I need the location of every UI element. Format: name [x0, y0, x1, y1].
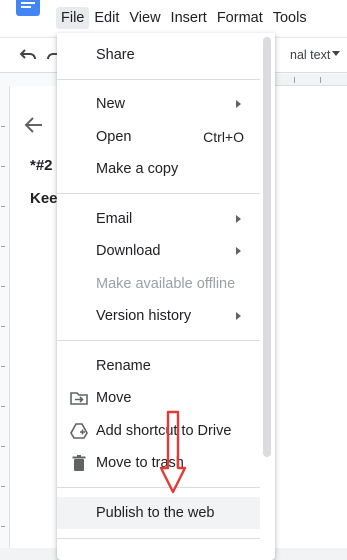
menu-separator	[57, 340, 260, 341]
menu-scrollbar[interactable]	[263, 37, 271, 457]
menu-separator	[57, 538, 260, 539]
menu-item-rename[interactable]: Rename	[57, 351, 260, 381]
menu-item-download[interactable]: Download	[57, 236, 260, 266]
menu-tools[interactable]: Tools	[268, 7, 312, 29]
undo-icon[interactable]	[18, 46, 38, 67]
menu-item-label: New	[96, 96, 126, 112]
document-text: Kee	[30, 190, 58, 207]
menu-item-new[interactable]: New	[57, 89, 260, 119]
paragraph-style-select[interactable]: nal text	[290, 48, 330, 62]
menu-bar: File Edit View Insert Format Tools	[56, 7, 312, 29]
menu-item-version-history[interactable]: Version history	[57, 301, 260, 331]
app-bar: File Edit View Insert Format Tools	[0, 0, 347, 36]
submenu-arrow-icon	[236, 312, 241, 320]
submenu-arrow-icon	[236, 100, 241, 108]
menu-separator	[57, 193, 260, 194]
menu-item-share[interactable]: Share	[57, 40, 260, 70]
menu-item-email[interactable]: Email	[57, 204, 260, 234]
menu-item-label: Publish to the web	[96, 505, 215, 521]
menu-item-label: Share	[96, 47, 135, 63]
menu-item-label: Make available offline	[96, 276, 236, 292]
menu-item-make-copy[interactable]: Make a copy	[57, 154, 260, 184]
menu-item-label: Version history	[96, 308, 192, 324]
annotation-arrow-icon	[159, 410, 187, 494]
shortcut-label: Ctrl+O	[203, 129, 244, 145]
menu-item-offline: Make available offline	[57, 269, 260, 299]
trash-icon	[70, 454, 88, 472]
menu-item-move[interactable]: Move	[57, 383, 260, 413]
submenu-arrow-icon	[236, 215, 241, 223]
menu-item-label: Rename	[96, 358, 151, 374]
menu-item-label: Email	[96, 211, 133, 227]
back-arrow-icon[interactable]	[24, 115, 44, 141]
docs-logo-icon[interactable]	[16, 0, 40, 16]
menu-edit[interactable]: Edit	[89, 7, 124, 29]
horizontal-ruler	[270, 74, 347, 86]
menu-item-open[interactable]: Open Ctrl+O	[57, 122, 260, 152]
vertical-ruler	[0, 86, 10, 560]
menu-file[interactable]: File	[56, 7, 90, 29]
menu-item-publish[interactable]: Publish to the web	[57, 497, 260, 529]
drive-shortcut-icon	[70, 422, 88, 440]
move-folder-icon	[70, 389, 88, 407]
menu-view[interactable]: View	[124, 7, 165, 29]
document-heading: *#2	[30, 157, 53, 174]
menu-insert[interactable]: Insert	[166, 7, 212, 29]
menu-item-label: Move	[96, 390, 132, 406]
menu-separator	[57, 79, 260, 80]
chevron-down-icon[interactable]	[332, 51, 340, 56]
menu-item-label: Make a copy	[96, 161, 179, 177]
menu-item-label: Open	[96, 129, 132, 145]
submenu-arrow-icon	[236, 247, 241, 255]
menu-item-label: Download	[96, 243, 161, 259]
menu-format[interactable]: Format	[212, 7, 268, 29]
